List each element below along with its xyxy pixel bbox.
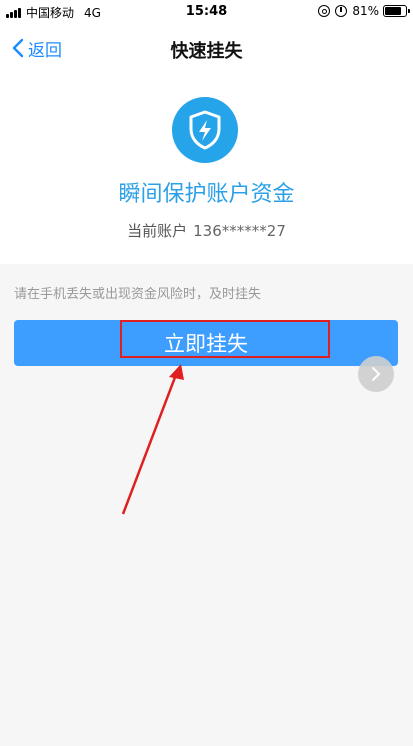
account-number: 136******27 bbox=[193, 222, 286, 240]
battery-percent: 81% bbox=[352, 4, 379, 18]
page-title: 快速挂失 bbox=[170, 41, 243, 62]
account-label: 当前账户 bbox=[127, 222, 188, 240]
current-account: 当前账户 136******27 bbox=[0, 220, 413, 241]
hero-section: 瞬间保护账户资金 当前账户 136******27 bbox=[0, 72, 413, 264]
status-right: 81% bbox=[318, 4, 410, 18]
nav-bar: 返回 快速挂失 bbox=[0, 24, 413, 72]
chevron-right-icon bbox=[372, 367, 381, 381]
hint-text: 请在手机丢失或出现资金风险时，及时挂失 bbox=[14, 287, 262, 302]
status-bar: 中国移动 4G 15:48 81% bbox=[0, 0, 413, 24]
report-loss-label: 立即挂失 bbox=[164, 332, 248, 356]
alarm-icon bbox=[335, 5, 348, 17]
hero-title: 瞬间保护账户资金 bbox=[118, 182, 295, 207]
battery-icon bbox=[383, 5, 410, 17]
orientation-lock-icon bbox=[318, 5, 331, 17]
shield-lightning-icon bbox=[172, 97, 238, 163]
report-loss-button[interactable]: 立即挂失 bbox=[14, 320, 398, 366]
quick-report-loss-page: 中国移动 4G 15:48 81% 返回 快速挂失 瞬间保护账户资金 当前账户 … bbox=[0, 0, 413, 746]
floating-assist-button[interactable] bbox=[358, 356, 394, 392]
